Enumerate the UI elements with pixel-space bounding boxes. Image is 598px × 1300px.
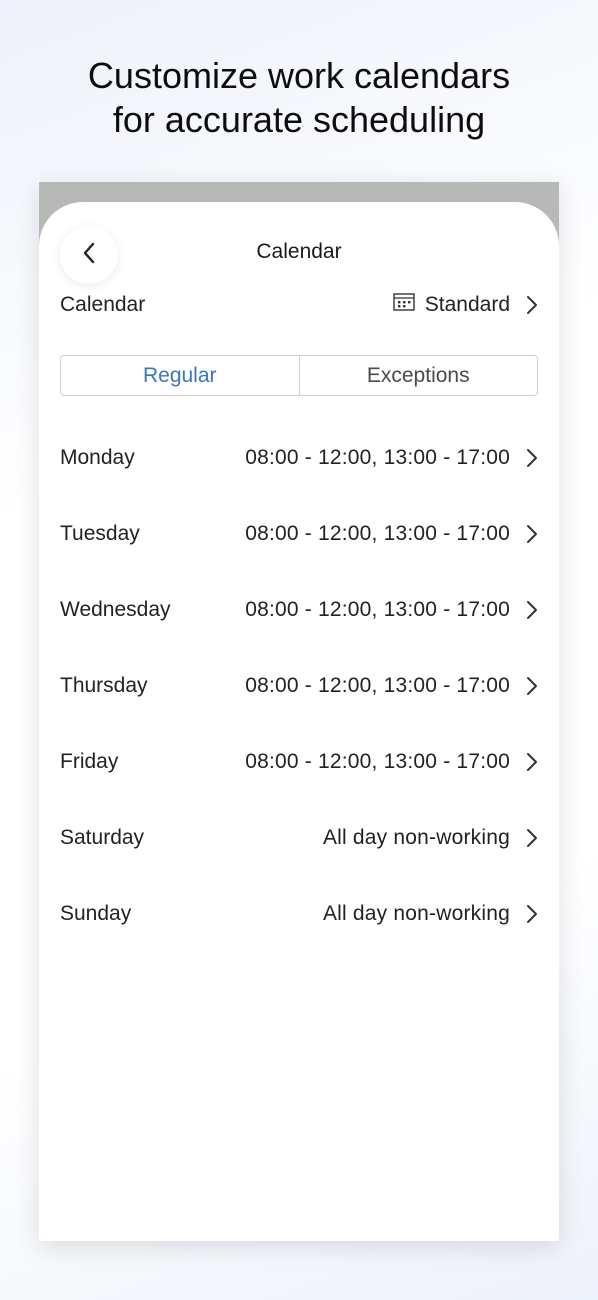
day-row-wednesday[interactable]: Wednesday 08:00 - 12:00, 13:00 - 17:00 (60, 572, 538, 648)
day-hours: All day non-working (322, 902, 510, 925)
chevron-right-icon (526, 600, 538, 620)
day-row-monday[interactable]: Monday 08:00 - 12:00, 13:00 - 17:00 (60, 420, 538, 496)
calendar-selector-row[interactable]: Calendar Standard (60, 290, 538, 320)
day-name: Monday (60, 446, 135, 469)
day-hours: All day non-working (322, 826, 510, 849)
chevron-right-icon (526, 676, 538, 696)
day-hours: 08:00 - 12:00, 13:00 - 17:00 (245, 598, 510, 621)
calendar-sheet: Calendar Calendar Standard Regular Excep… (39, 202, 559, 1241)
chevron-right-icon (526, 295, 538, 315)
tab-exceptions[interactable]: Exceptions (298, 356, 538, 395)
chevron-right-icon (526, 524, 538, 544)
page-title: Calendar (256, 240, 342, 263)
chevron-right-icon (526, 828, 538, 848)
day-row-sunday[interactable]: Sunday All day non-working (60, 876, 538, 952)
day-hours: 08:00 - 12:00, 13:00 - 17:00 (245, 522, 510, 545)
calendar-grid-icon (393, 293, 415, 317)
day-name: Sunday (60, 902, 132, 925)
day-name: Friday (60, 750, 119, 773)
calendar-selector-value[interactable]: Standard (393, 293, 538, 317)
day-name: Saturday (60, 826, 145, 849)
chevron-right-icon (526, 752, 538, 772)
day-row-friday[interactable]: Friday 08:00 - 12:00, 13:00 - 17:00 (60, 724, 538, 800)
weekday-list: Monday 08:00 - 12:00, 13:00 - 17:00 Tues… (60, 420, 538, 952)
day-hours: 08:00 - 12:00, 13:00 - 17:00 (245, 750, 510, 773)
chevron-right-icon (526, 448, 538, 468)
device-screenshot: Calendar Calendar Standard Regular Excep… (39, 182, 559, 1241)
day-name: Tuesday (60, 522, 140, 545)
day-row-saturday[interactable]: Saturday All day non-working (60, 800, 538, 876)
day-row-tuesday[interactable]: Tuesday 08:00 - 12:00, 13:00 - 17:00 (60, 496, 538, 572)
chevron-right-icon (526, 904, 538, 924)
promo-headline-line1: Customize work calendars (87, 55, 511, 96)
day-name: Wednesday (60, 598, 171, 621)
promo-headline: Customize work calendars for accurate sc… (0, 54, 598, 142)
promo-headline-line2: for accurate scheduling (112, 99, 486, 140)
day-row-thursday[interactable]: Thursday 08:00 - 12:00, 13:00 - 17:00 (60, 648, 538, 724)
day-hours: 08:00 - 12:00, 13:00 - 17:00 (245, 446, 510, 469)
day-name: Thursday (60, 674, 148, 697)
tab-regular[interactable]: Regular (61, 356, 299, 395)
calendar-selector-label: Calendar (60, 293, 146, 316)
calendar-selector-text: Standard (424, 293, 510, 316)
schedule-tabs: Regular Exceptions (60, 355, 538, 396)
day-hours: 08:00 - 12:00, 13:00 - 17:00 (245, 674, 510, 697)
